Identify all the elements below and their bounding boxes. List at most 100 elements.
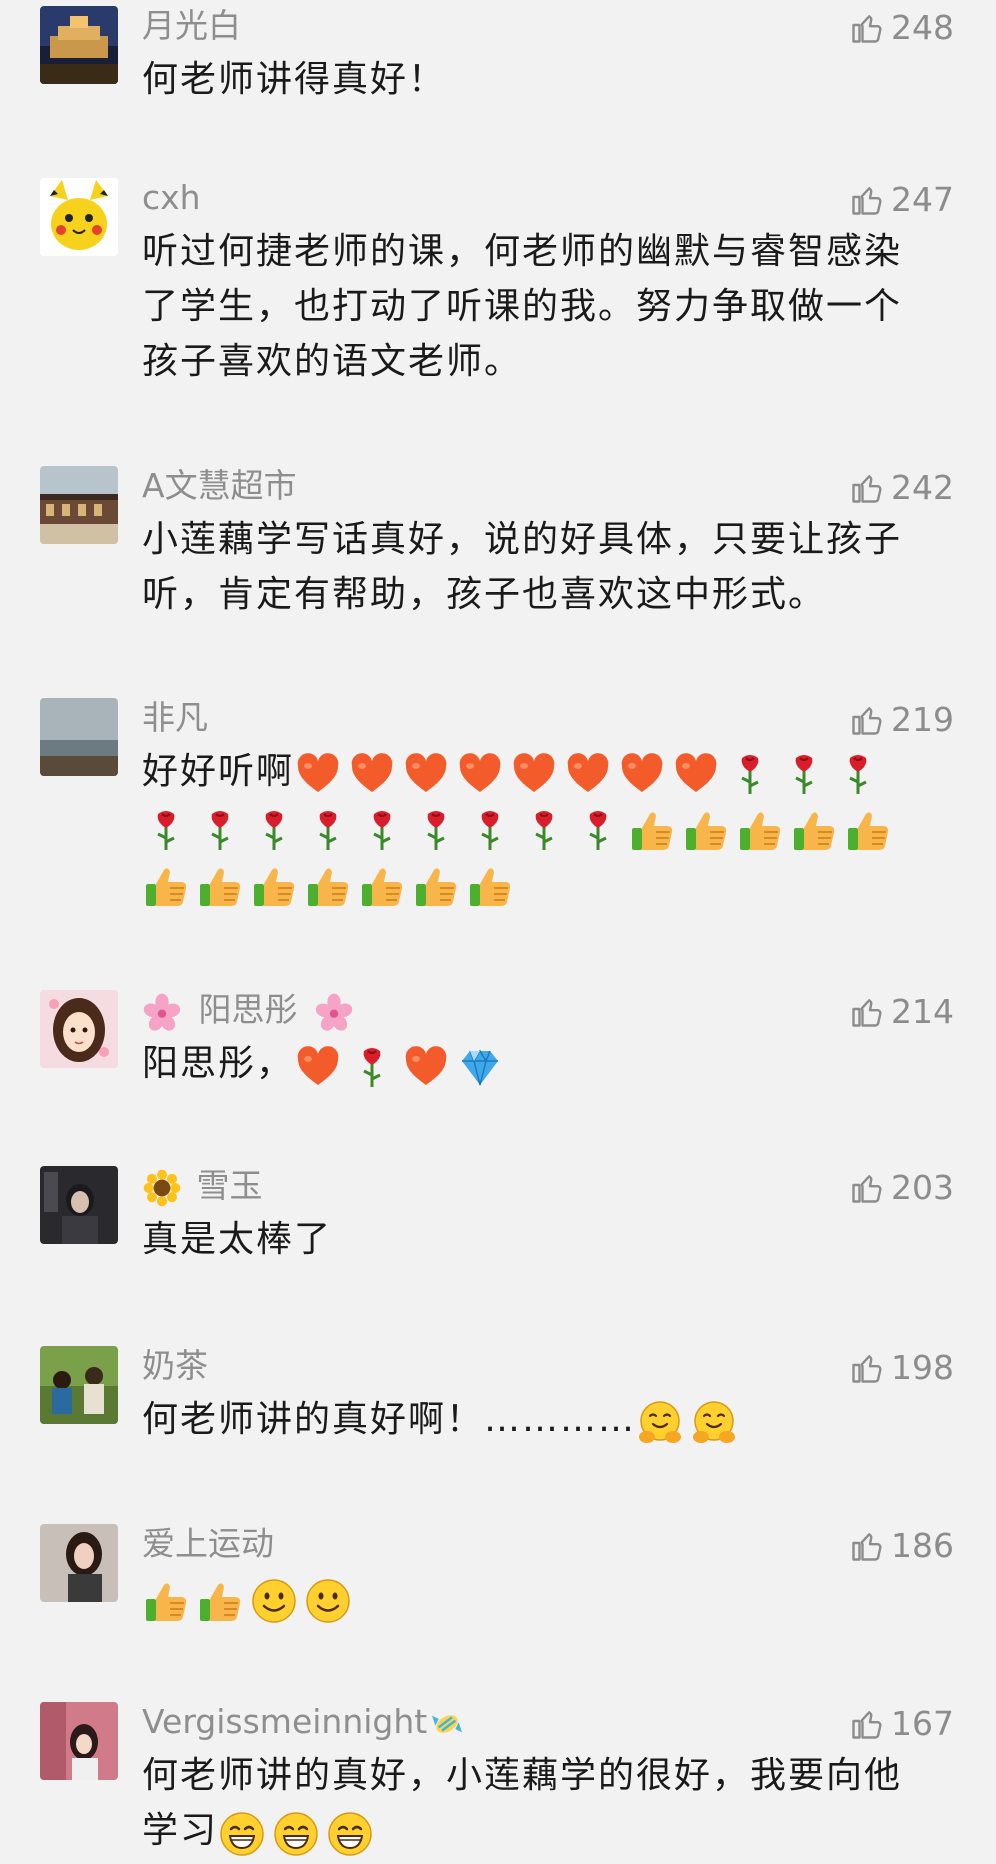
thumbs-up-emoji <box>358 862 406 910</box>
username[interactable]: 非凡 <box>142 696 208 740</box>
username[interactable]: A文慧超市 <box>142 464 297 508</box>
rose-emoji <box>780 750 828 798</box>
thumbs-up-outline-icon <box>849 702 885 738</box>
comment-item: A文慧超市 242 小莲藕学写话真好，说的好具体，只要让孩子听，肯定有帮助，孩子… <box>0 466 996 616</box>
thumbs-up-outline-icon <box>849 1706 885 1742</box>
smile-emoji <box>250 1577 298 1625</box>
like-count: 186 <box>891 1526 954 1565</box>
thumbs-up-emoji <box>142 862 190 910</box>
like-count: 247 <box>891 180 954 219</box>
like-button[interactable]: 247 <box>849 178 954 222</box>
avatar[interactable] <box>40 990 118 1068</box>
cherry-blossom-icon <box>314 992 354 1032</box>
username[interactable]: 奶茶 <box>142 1344 208 1388</box>
like-count: 198 <box>891 1348 954 1387</box>
comment-text: 阳思彤， <box>142 1036 942 1093</box>
rose-emoji <box>142 806 190 854</box>
comment-text-content: 何老师讲的真好啊！………… <box>142 1399 637 1440</box>
like-button[interactable]: 248 <box>849 6 954 50</box>
emoji-row <box>142 1572 358 1627</box>
avatar[interactable] <box>40 1702 118 1780</box>
rose-emoji <box>574 806 622 854</box>
username-text: Vergissmeinnight <box>142 1702 428 1741</box>
comment-text: 真是太棒了 <box>142 1219 333 1260</box>
username[interactable]: cxh <box>142 176 201 220</box>
like-button[interactable]: 242 <box>849 466 954 510</box>
username[interactable]: Vergissmeinnight <box>142 1700 467 1744</box>
hug-emoji <box>690 1399 738 1447</box>
like-button[interactable]: 198 <box>849 1346 954 1390</box>
thumbs-up-emoji <box>466 862 514 910</box>
like-button[interactable]: 203 <box>849 1166 954 1210</box>
avatar[interactable] <box>40 466 118 544</box>
heart-emoji <box>294 750 342 798</box>
thumbs-up-outline-icon <box>849 1528 885 1564</box>
thumbs-up-emoji <box>196 862 244 910</box>
username[interactable]: 爱上运动 <box>142 1522 274 1566</box>
rose-emoji <box>304 806 352 854</box>
comment-text: 好好听啊 <box>142 744 942 913</box>
comments-page: { "comments": [ {"user": "月光白", "likes":… <box>0 0 996 1864</box>
like-button[interactable]: 219 <box>849 698 954 742</box>
thumbs-up-emoji <box>736 806 784 854</box>
like-count: 214 <box>891 992 954 1031</box>
thumbs-up-emoji <box>412 862 460 910</box>
thumbs-up-emoji <box>628 806 676 854</box>
grin-emoji <box>326 1810 374 1858</box>
emoji-row <box>294 745 888 801</box>
thumbs-up-outline-icon <box>849 470 885 506</box>
heart-emoji <box>402 1043 450 1091</box>
comment-text <box>142 1570 942 1627</box>
rose-emoji <box>348 1043 396 1091</box>
comment-item: 月光白 248 何老师讲得真好！ <box>0 4 996 100</box>
avatar[interactable] <box>40 6 118 84</box>
rose-emoji <box>250 806 298 854</box>
username[interactable]: 阳思彤 <box>142 988 354 1032</box>
avatar[interactable] <box>40 1524 118 1602</box>
rose-emoji <box>834 750 882 798</box>
comment-item: 阳思彤 214 阳思彤， <box>0 990 996 1100</box>
heart-emoji <box>672 750 720 798</box>
avatar[interactable] <box>40 178 118 256</box>
comment-text: 小莲藕学写话真好，说的好具体，只要让孩子听，肯定有帮助，孩子也喜欢这中形式。 <box>142 519 903 615</box>
gem-emoji <box>456 1043 504 1091</box>
thumbs-up-emoji <box>790 806 838 854</box>
thumbs-up-emoji <box>142 1577 190 1625</box>
like-button[interactable]: 214 <box>849 990 954 1034</box>
avatar[interactable] <box>40 698 118 776</box>
username-text: 雪玉 <box>196 1166 263 1205</box>
comment-item: 雪玉 203 真是太棒了 <box>0 1166 996 1276</box>
comment-item: 非凡 219 好好听啊 <box>0 698 996 918</box>
thumbs-up-emoji <box>844 806 892 854</box>
like-button[interactable]: 167 <box>849 1702 954 1746</box>
thumbs-up-outline-icon <box>849 994 885 1030</box>
grin-emoji <box>218 1810 266 1858</box>
comment-text-content: 阳思彤， <box>142 1043 295 1084</box>
username-text: 阳思彤 <box>198 990 298 1029</box>
heart-emoji <box>564 750 612 798</box>
username[interactable]: 雪玉 <box>142 1164 263 1208</box>
like-count: 242 <box>891 468 954 507</box>
candy-icon <box>427 1704 467 1744</box>
thumbs-up-emoji <box>250 862 298 910</box>
like-count: 203 <box>891 1168 954 1207</box>
like-count: 248 <box>891 8 954 47</box>
like-button[interactable]: 186 <box>849 1524 954 1568</box>
emoji-row <box>636 1394 744 1449</box>
cherry-blossom-icon <box>142 992 182 1032</box>
emoji-row <box>294 1038 510 1093</box>
comment-text: 听过何捷老师的课，何老师的幽默与睿智感染了学生，也打动了听课的我。努力争取做一个… <box>142 231 903 382</box>
username[interactable]: 月光白 <box>142 4 241 48</box>
comment-item: 爱上运动 186 <box>0 1524 996 1634</box>
comment-text: 何老师讲得真好！ <box>142 59 447 100</box>
avatar[interactable] <box>40 1346 118 1424</box>
heart-emoji <box>456 750 504 798</box>
rose-emoji <box>412 806 460 854</box>
like-count: 219 <box>891 700 954 739</box>
thumbs-up-emoji <box>196 1577 244 1625</box>
comment-item: cxh 247 听过何捷老师的课，何老师的幽默与睿智感染了学生，也打动了听课的我… <box>0 176 996 382</box>
like-count: 167 <box>891 1704 954 1743</box>
thumbs-up-emoji <box>682 806 730 854</box>
thumbs-up-emoji <box>304 862 352 910</box>
avatar[interactable] <box>40 1166 118 1244</box>
